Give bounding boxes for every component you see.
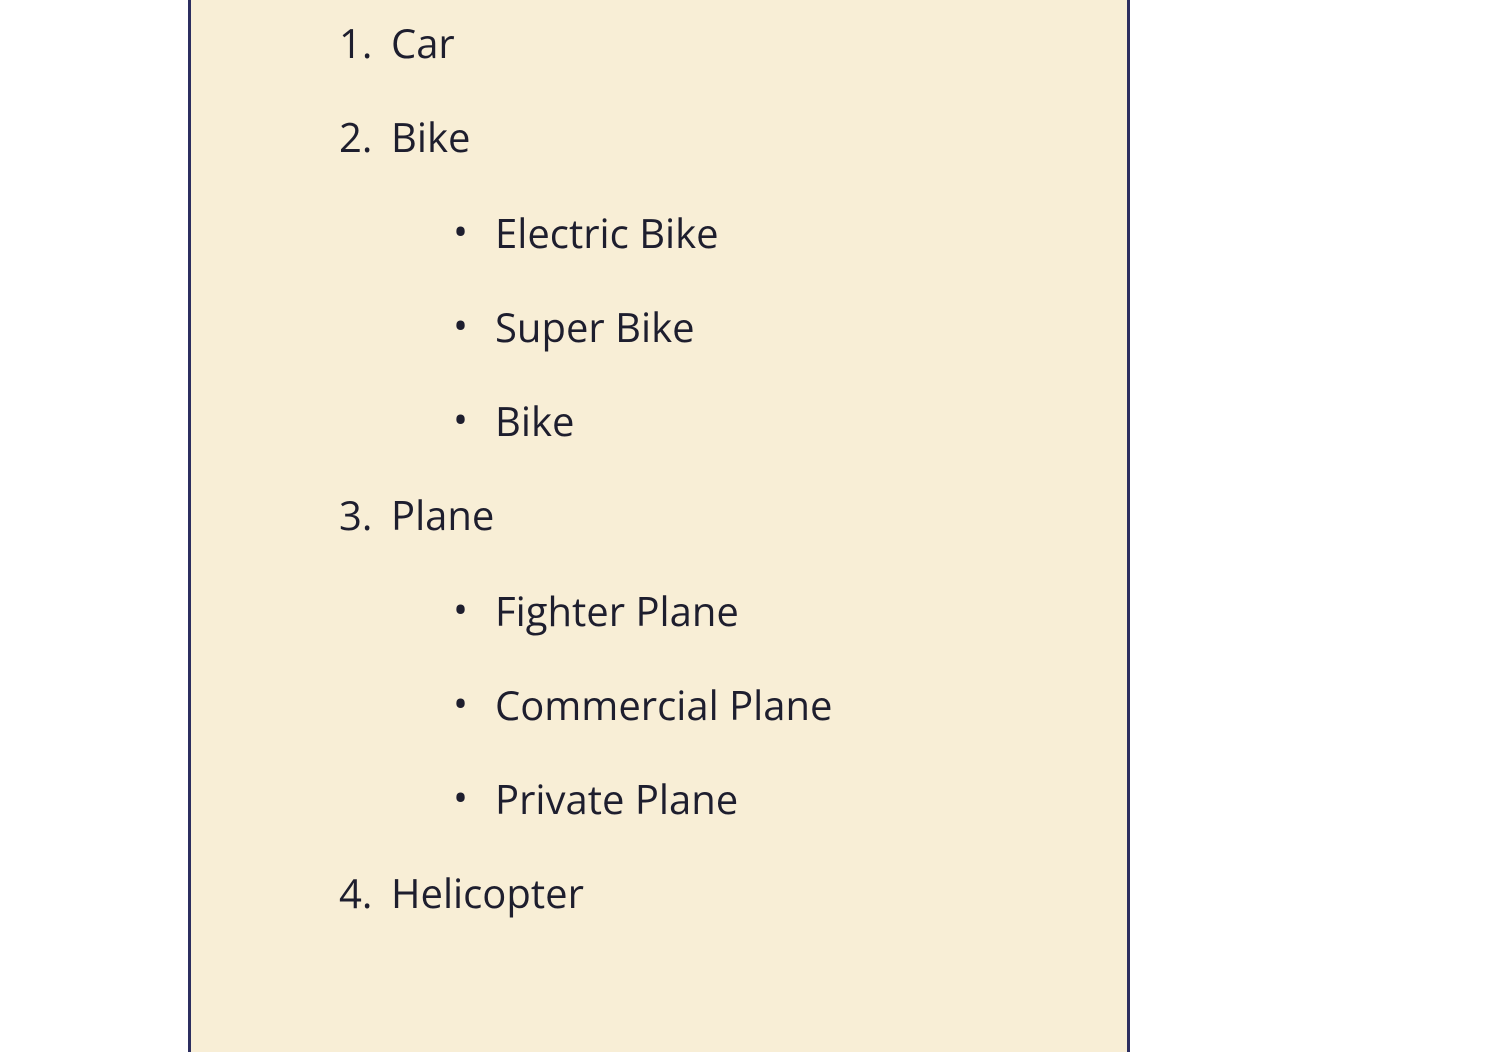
sublist-item-label: Commercial Plane [495,677,832,732]
sublist-item: Private Plane [495,774,1127,824]
sublist-item: Super Bike [495,302,1127,352]
sublist-item-label: Electric Bike [495,205,719,260]
unordered-sublist: Electric Bike Super Bike Bike [391,208,1127,446]
list-item-label: Car [391,15,455,70]
sublist-item-label: Super Bike [495,299,695,354]
unordered-sublist: Fighter Plane Commercial Plane Private P… [391,586,1127,824]
list-item: Helicopter [391,868,1127,918]
list-panel: Car Bike Electric Bike Super Bike Bike P… [188,0,1130,1052]
ordered-list: Car Bike Electric Bike Super Bike Bike P… [191,18,1127,918]
list-item-label: Helicopter [391,865,584,920]
list-item-label: Plane [391,487,494,542]
list-item: Plane Fighter Plane Commercial Plane Pri… [391,490,1127,824]
sublist-item: Bike [495,396,1127,446]
sublist-item: Commercial Plane [495,680,1127,730]
list-item-label: Bike [391,109,470,164]
list-item: Car [391,18,1127,68]
list-item: Bike Electric Bike Super Bike Bike [391,112,1127,446]
sublist-item: Fighter Plane [495,586,1127,636]
sublist-item: Electric Bike [495,208,1127,258]
sublist-item-label: Fighter Plane [495,583,739,638]
sublist-item-label: Bike [495,393,574,448]
sublist-item-label: Private Plane [495,771,738,826]
